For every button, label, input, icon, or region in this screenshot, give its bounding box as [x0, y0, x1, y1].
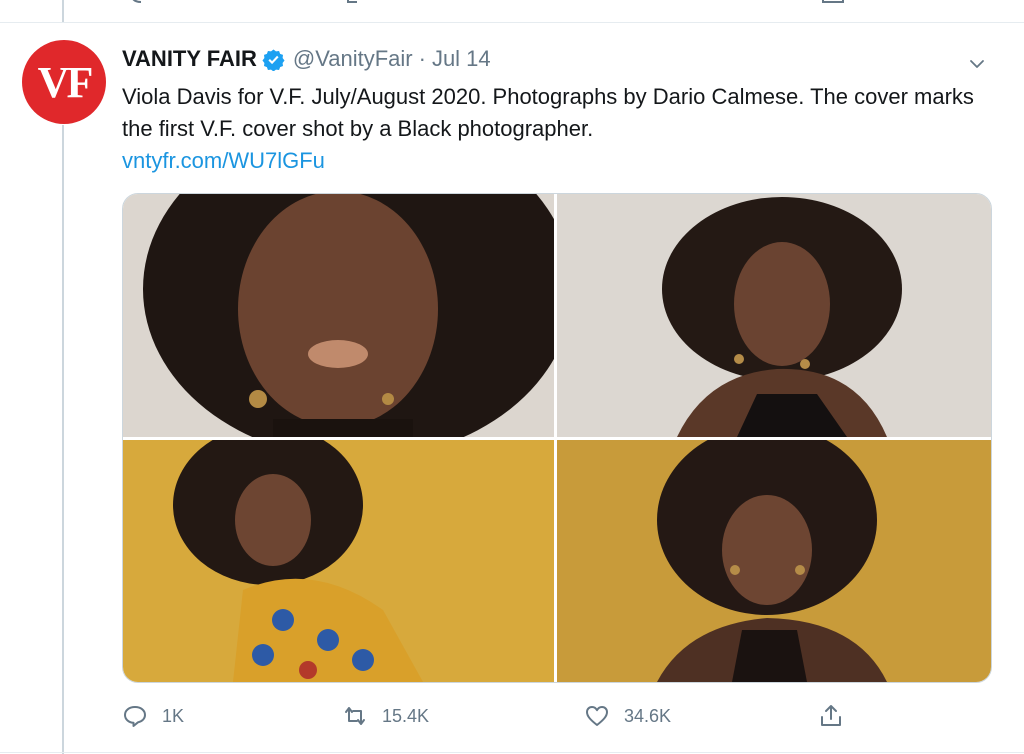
like-button[interactable]: 34.6K — [584, 701, 671, 731]
previous-tweet-actions — [0, 0, 1024, 20]
verified-badge-icon — [262, 48, 285, 71]
heart-icon — [586, 706, 608, 726]
retweet-count: 15.4K — [382, 705, 430, 726]
avatar[interactable]: VF — [22, 40, 106, 124]
tweet[interactable]: VF VANITY FAIR @VanityFair · Jul 14 Viol… — [0, 23, 1024, 754]
retweet-icon[interactable] — [345, 0, 371, 10]
bottom-divider — [0, 752, 1024, 753]
separator-dot: · — [418, 46, 426, 71]
user-handle[interactable]: @VanityFair — [293, 46, 413, 72]
media-grid — [122, 193, 992, 683]
photo-2[interactable] — [557, 194, 991, 437]
photo-4[interactable] — [557, 440, 991, 682]
photo-1[interactable] — [123, 194, 554, 437]
tweet-header: VANITY FAIR @VanityFair · Jul 14 — [122, 43, 491, 75]
reply-icon[interactable] — [127, 0, 153, 10]
heart-icon[interactable] — [584, 0, 610, 10]
display-name[interactable]: VANITY FAIR — [122, 46, 257, 72]
reply-count: 1K — [162, 705, 185, 726]
tweet-actions: 1K 15.4K 34.6K — [122, 701, 982, 731]
reply-button[interactable]: 1K — [122, 701, 184, 731]
photo-3[interactable] — [123, 440, 554, 682]
share-button[interactable] — [818, 701, 844, 731]
chevron-down-icon[interactable] — [966, 53, 988, 75]
tweet-link[interactable]: vntyfr.com/WU7lGFu — [122, 145, 325, 177]
like-count: 34.6K — [624, 705, 672, 726]
share-icon[interactable] — [820, 0, 846, 10]
tweet-date[interactable]: Jul 14 — [432, 46, 491, 72]
retweet-button[interactable]: 15.4K — [342, 701, 429, 731]
retweet-icon — [345, 707, 365, 725]
reply-icon — [124, 706, 146, 727]
avatar-logo-text: VF — [37, 57, 94, 107]
share-icon — [821, 705, 841, 726]
tweet-text: Viola Davis for V.F. July/August 2020. P… — [122, 84, 974, 141]
